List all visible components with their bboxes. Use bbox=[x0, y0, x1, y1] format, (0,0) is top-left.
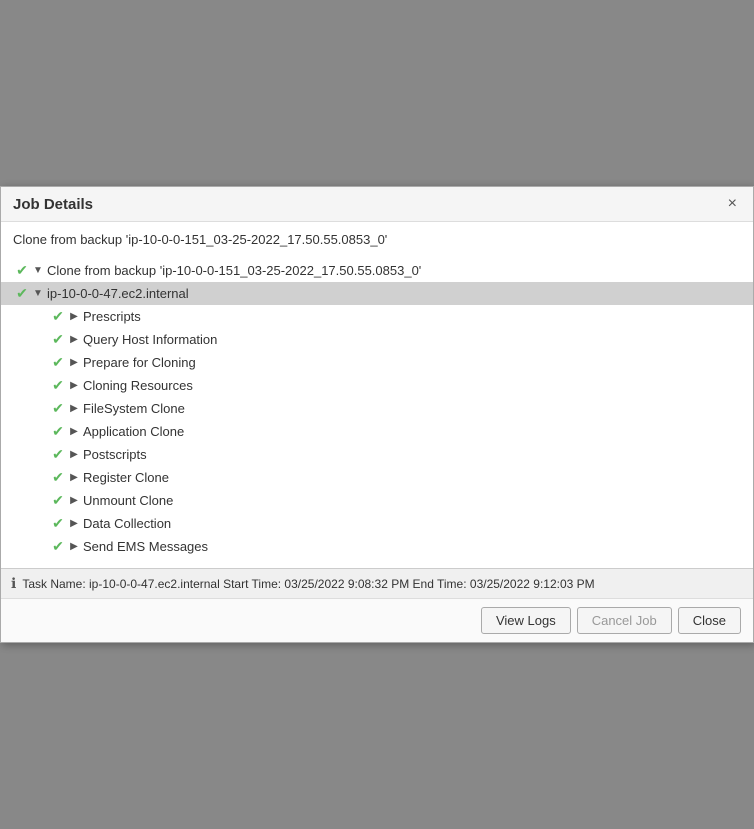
tree-item-label: Application Clone bbox=[83, 424, 184, 439]
expand-icon[interactable]: ▶ bbox=[67, 449, 81, 460]
tree-item-label: Unmount Clone bbox=[83, 493, 173, 508]
tree-item[interactable]: ✔▼ip-10-0-0-47.ec2.internal bbox=[1, 282, 753, 305]
check-icon: ✔ bbox=[13, 285, 31, 302]
expand-icon[interactable]: ▶ bbox=[67, 311, 81, 322]
job-details-dialog: Job Details × Clone from backup 'ip-10-0… bbox=[0, 186, 754, 643]
close-button[interactable]: Close bbox=[678, 607, 741, 634]
close-x-button[interactable]: × bbox=[724, 195, 741, 213]
check-icon: ✔ bbox=[49, 354, 67, 371]
check-icon: ✔ bbox=[13, 262, 31, 279]
status-bar: ℹ Task Name: ip-10-0-0-47.ec2.internal S… bbox=[1, 568, 753, 598]
check-icon: ✔ bbox=[49, 469, 67, 486]
tree-item-label: Register Clone bbox=[83, 470, 169, 485]
expand-icon[interactable]: ▶ bbox=[67, 426, 81, 437]
check-icon: ✔ bbox=[49, 515, 67, 532]
view-logs-button[interactable]: View Logs bbox=[481, 607, 571, 634]
tree-item[interactable]: ✔▶Register Clone bbox=[13, 466, 741, 489]
tree-item-label: Clone from backup 'ip-10-0-0-151_03-25-2… bbox=[47, 263, 421, 278]
dialog-title: Job Details bbox=[13, 196, 93, 213]
expand-icon[interactable]: ▶ bbox=[67, 403, 81, 414]
tree-item[interactable]: ✔▶Application Clone bbox=[13, 420, 741, 443]
tree-item-label: Prepare for Cloning bbox=[83, 355, 196, 370]
check-icon: ✔ bbox=[49, 492, 67, 509]
tree-item[interactable]: ✔▶FileSystem Clone bbox=[13, 397, 741, 420]
tree-item-label: Send EMS Messages bbox=[83, 539, 208, 554]
tree-item-label: FileSystem Clone bbox=[83, 401, 185, 416]
expand-icon[interactable]: ▶ bbox=[67, 472, 81, 483]
dialog-body: Clone from backup 'ip-10-0-0-151_03-25-2… bbox=[1, 222, 753, 568]
expand-icon[interactable]: ▼ bbox=[31, 288, 45, 299]
tree-item[interactable]: ✔▶Send EMS Messages bbox=[13, 535, 741, 558]
tree-item-label: Query Host Information bbox=[83, 332, 217, 347]
tree-item-label: Data Collection bbox=[83, 516, 171, 531]
dialog-header: Job Details × bbox=[1, 187, 753, 222]
tree-item[interactable]: ✔▶Cloning Resources bbox=[13, 374, 741, 397]
expand-icon[interactable]: ▼ bbox=[31, 265, 45, 276]
check-icon: ✔ bbox=[49, 331, 67, 348]
status-text: Task Name: ip-10-0-0-47.ec2.internal Sta… bbox=[22, 577, 594, 591]
tree-item[interactable]: ✔▶Query Host Information bbox=[13, 328, 741, 351]
check-icon: ✔ bbox=[49, 308, 67, 325]
expand-icon[interactable]: ▶ bbox=[67, 541, 81, 552]
tree-item[interactable]: ✔▶Prepare for Cloning bbox=[13, 351, 741, 374]
tree-item-label: ip-10-0-0-47.ec2.internal bbox=[47, 286, 189, 301]
check-icon: ✔ bbox=[49, 377, 67, 394]
tree-item-label: Cloning Resources bbox=[83, 378, 193, 393]
expand-icon[interactable]: ▶ bbox=[67, 334, 81, 345]
cancel-job-button[interactable]: Cancel Job bbox=[577, 607, 672, 634]
expand-icon[interactable]: ▶ bbox=[67, 357, 81, 368]
info-icon: ℹ bbox=[11, 575, 16, 592]
expand-icon[interactable]: ▶ bbox=[67, 495, 81, 506]
job-tree: ✔▼Clone from backup 'ip-10-0-0-151_03-25… bbox=[13, 259, 741, 558]
tree-item-label: Prescripts bbox=[83, 309, 141, 324]
check-icon: ✔ bbox=[49, 400, 67, 417]
tree-item[interactable]: ✔▶Data Collection bbox=[13, 512, 741, 535]
expand-icon[interactable]: ▶ bbox=[67, 380, 81, 391]
expand-icon[interactable]: ▶ bbox=[67, 518, 81, 529]
main-title: Clone from backup 'ip-10-0-0-151_03-25-2… bbox=[13, 232, 741, 247]
dialog-footer: View Logs Cancel Job Close bbox=[1, 598, 753, 642]
tree-item[interactable]: ✔▶Unmount Clone bbox=[13, 489, 741, 512]
check-icon: ✔ bbox=[49, 423, 67, 440]
check-icon: ✔ bbox=[49, 538, 67, 555]
tree-item[interactable]: ✔▼Clone from backup 'ip-10-0-0-151_03-25… bbox=[13, 259, 741, 282]
tree-item[interactable]: ✔▶Postscripts bbox=[13, 443, 741, 466]
tree-item[interactable]: ✔▶Prescripts bbox=[13, 305, 741, 328]
check-icon: ✔ bbox=[49, 446, 67, 463]
tree-item-label: Postscripts bbox=[83, 447, 147, 462]
